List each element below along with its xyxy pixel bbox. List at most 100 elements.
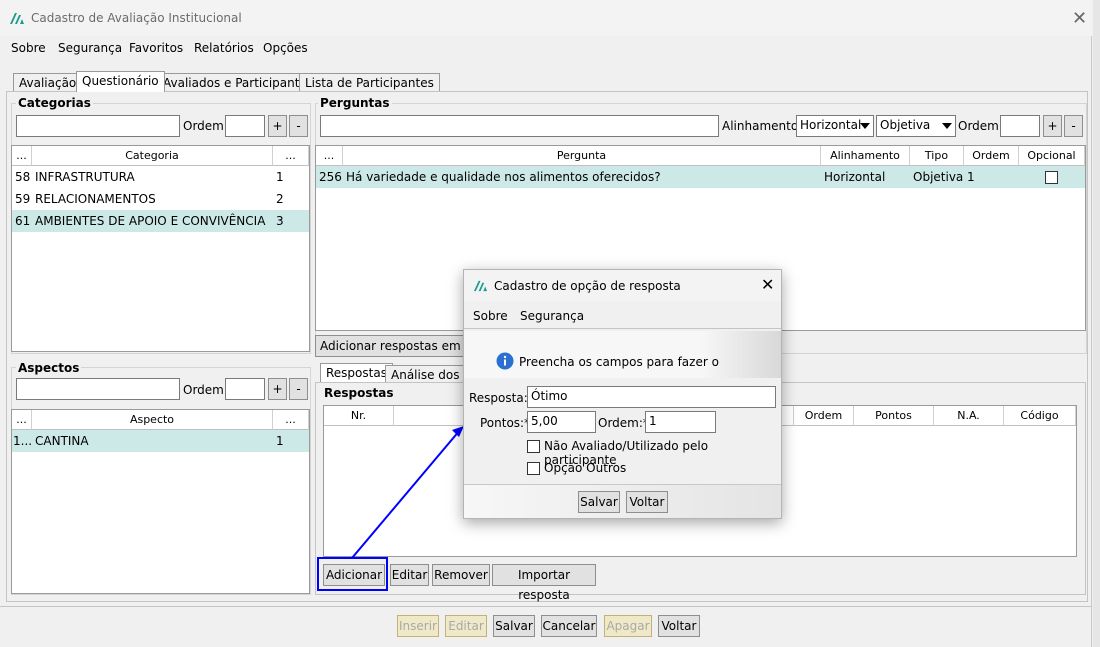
pergunta-input[interactable] (320, 115, 719, 137)
row-order[interactable]: 3 (273, 210, 303, 232)
row-type[interactable]: Objetiva (910, 166, 964, 188)
perguntas-label: Perguntas (318, 96, 392, 110)
col-header[interactable]: ... (12, 146, 32, 166)
nao-avaliado-checkbox[interactable] (527, 440, 540, 453)
col-header[interactable]: Aspecto (32, 410, 273, 430)
ordem-label: Ordem:* (598, 416, 649, 430)
row-question[interactable]: Há variedade e qualidade nos alimentos o… (343, 166, 821, 188)
col-header[interactable]: ... (12, 410, 32, 430)
row-order[interactable]: 1 (273, 430, 303, 452)
resposta-input[interactable]: Ótimo (527, 386, 776, 408)
categorias-grid[interactable]: ... Categoria ... 58 INFRASTRUTURA 1 59 … (11, 145, 310, 352)
row-name[interactable]: AMBIENTES DE APOIO E CONVIVÊNCIA (32, 210, 272, 232)
dialog-title-bar: Cadastro de opção de resposta ✕ (464, 270, 781, 302)
row-name[interactable]: INFRASTRUTURA (32, 166, 272, 188)
close-icon[interactable]: ✕ (1072, 8, 1087, 29)
row-order[interactable]: 1 (273, 166, 303, 188)
row-id[interactable]: 58 (12, 166, 32, 188)
voltar-button[interactable]: Voltar (658, 615, 700, 637)
opcao-outros-label[interactable]: Opção Outros (544, 461, 626, 475)
col-header[interactable]: Código (1004, 406, 1076, 426)
pergunta-minus-button[interactable]: - (1064, 115, 1083, 137)
opcional-checkbox[interactable] (1045, 171, 1058, 184)
tab-lista-participantes[interactable]: Lista de Participantes (299, 73, 440, 92)
row-id[interactable]: 61 (12, 210, 32, 232)
opcao-outros-checkbox[interactable] (527, 462, 540, 475)
aspectos-label: Aspectos (16, 361, 82, 375)
adicionar-respostas-lote-button[interactable]: Adicionar respostas em lote (315, 335, 475, 357)
tab-avaliados[interactable]: Avaliados e Participantes (157, 73, 320, 92)
alinhamento-select[interactable]: Horizontal (796, 115, 874, 137)
inserir-button[interactable]: Inserir (397, 615, 439, 637)
respostas-label: Respostas (322, 386, 396, 400)
menu-relatorios[interactable]: Relatórios (194, 41, 254, 55)
salvar-button[interactable]: Salvar (493, 615, 535, 637)
menu-opcoes[interactable]: Opções (263, 41, 308, 55)
menu-bar: Sobre Segurança Favoritos Relatórios Opç… (0, 38, 1092, 60)
annotation-arrow-icon (351, 426, 464, 559)
col-header[interactable]: Opcional (1019, 146, 1085, 166)
window-title: Cadastro de Avaliação Institucional (31, 11, 242, 25)
importar-resposta-button[interactable]: Importar resposta (492, 564, 596, 602)
col-header[interactable]: Ordem (964, 146, 1019, 166)
menu-seguranca[interactable]: Segurança (58, 41, 122, 55)
row-alignment[interactable]: Horizontal (821, 166, 910, 188)
row-name[interactable]: RELACIONAMENTOS (32, 188, 272, 210)
pergunta-ordem-input[interactable] (1000, 115, 1040, 137)
row-id[interactable]: 256 (316, 166, 343, 188)
aspecto-minus-button[interactable]: - (289, 378, 308, 400)
row-order[interactable]: 2 (273, 188, 303, 210)
col-header[interactable]: Tipo (910, 146, 964, 166)
resposta-dialog: Cadastro de opção de resposta ✕ Sobre Se… (463, 269, 782, 519)
tab-respostas[interactable]: Respostas (320, 363, 393, 383)
col-header[interactable]: ... (273, 410, 309, 430)
aspecto-ordem-input[interactable] (225, 378, 265, 400)
col-header[interactable]: Ordem (794, 406, 854, 426)
col-header[interactable]: Pergunta (343, 146, 821, 166)
menu-favoritos[interactable]: Favoritos (129, 41, 183, 55)
alinhamento-value: Horizontal (800, 118, 862, 132)
background-window (1093, 0, 1100, 647)
categoria-input[interactable] (16, 115, 180, 137)
tab-questionario[interactable]: Questionário (76, 71, 165, 92)
categoria-minus-button[interactable]: - (289, 115, 308, 137)
col-header[interactable]: ... (273, 146, 309, 166)
editar-resposta-button[interactable]: Editar (390, 564, 429, 586)
row-name[interactable]: CANTINA (32, 430, 272, 452)
pergunta-plus-button[interactable]: + (1043, 115, 1062, 137)
cancelar-button[interactable]: Cancelar (541, 615, 597, 637)
aspecto-plus-button[interactable]: + (268, 378, 287, 400)
editar-button[interactable]: Editar (445, 615, 487, 637)
remover-button[interactable]: Remover (432, 564, 490, 586)
title-bar: Cadastro de Avaliação Institucional ✕ (0, 0, 1092, 36)
divider (0, 606, 1092, 607)
tab-avaliacao[interactable]: Avaliação (13, 73, 83, 92)
chevron-down-icon (860, 123, 870, 129)
col-header[interactable]: Alinhamento (821, 146, 910, 166)
col-header[interactable]: ... (316, 146, 343, 166)
resposta-label: Resposta:* (469, 391, 534, 405)
dialog-menu-sobre[interactable]: Sobre (473, 309, 508, 323)
menu-sobre[interactable]: Sobre (11, 41, 46, 55)
dialog-menu-seguranca[interactable]: Segurança (520, 309, 584, 323)
aspecto-input[interactable] (16, 378, 180, 400)
col-header[interactable]: Categoria (32, 146, 273, 166)
dialog-title: Cadastro de opção de resposta (494, 279, 681, 293)
row-order[interactable]: 1 (964, 166, 1019, 188)
col-header[interactable]: N.A. (934, 406, 1004, 426)
categoria-ordem-input[interactable] (225, 115, 265, 137)
close-icon[interactable]: ✕ (761, 275, 774, 294)
row-id[interactable]: 59 (12, 188, 32, 210)
categoria-plus-button[interactable]: + (268, 115, 287, 137)
alinhamento-label: Alinhamento: (722, 119, 803, 133)
tipo-select[interactable]: Objetiva (876, 115, 956, 137)
col-header[interactable]: Pontos (854, 406, 934, 426)
aspectos-grid[interactable]: ... Aspecto ... 1... CANTINA 1 (11, 409, 310, 594)
row-id[interactable]: 1... (12, 430, 32, 452)
dialog-voltar-button[interactable]: Voltar (626, 491, 668, 513)
ordem-input[interactable]: 1 (645, 411, 716, 433)
apagar-button[interactable]: Apagar (604, 615, 652, 637)
pontos-input[interactable]: 5,00 (527, 411, 596, 433)
categoria-ordem-label: Ordem: (183, 119, 228, 133)
dialog-salvar-button[interactable]: Salvar (578, 491, 620, 513)
